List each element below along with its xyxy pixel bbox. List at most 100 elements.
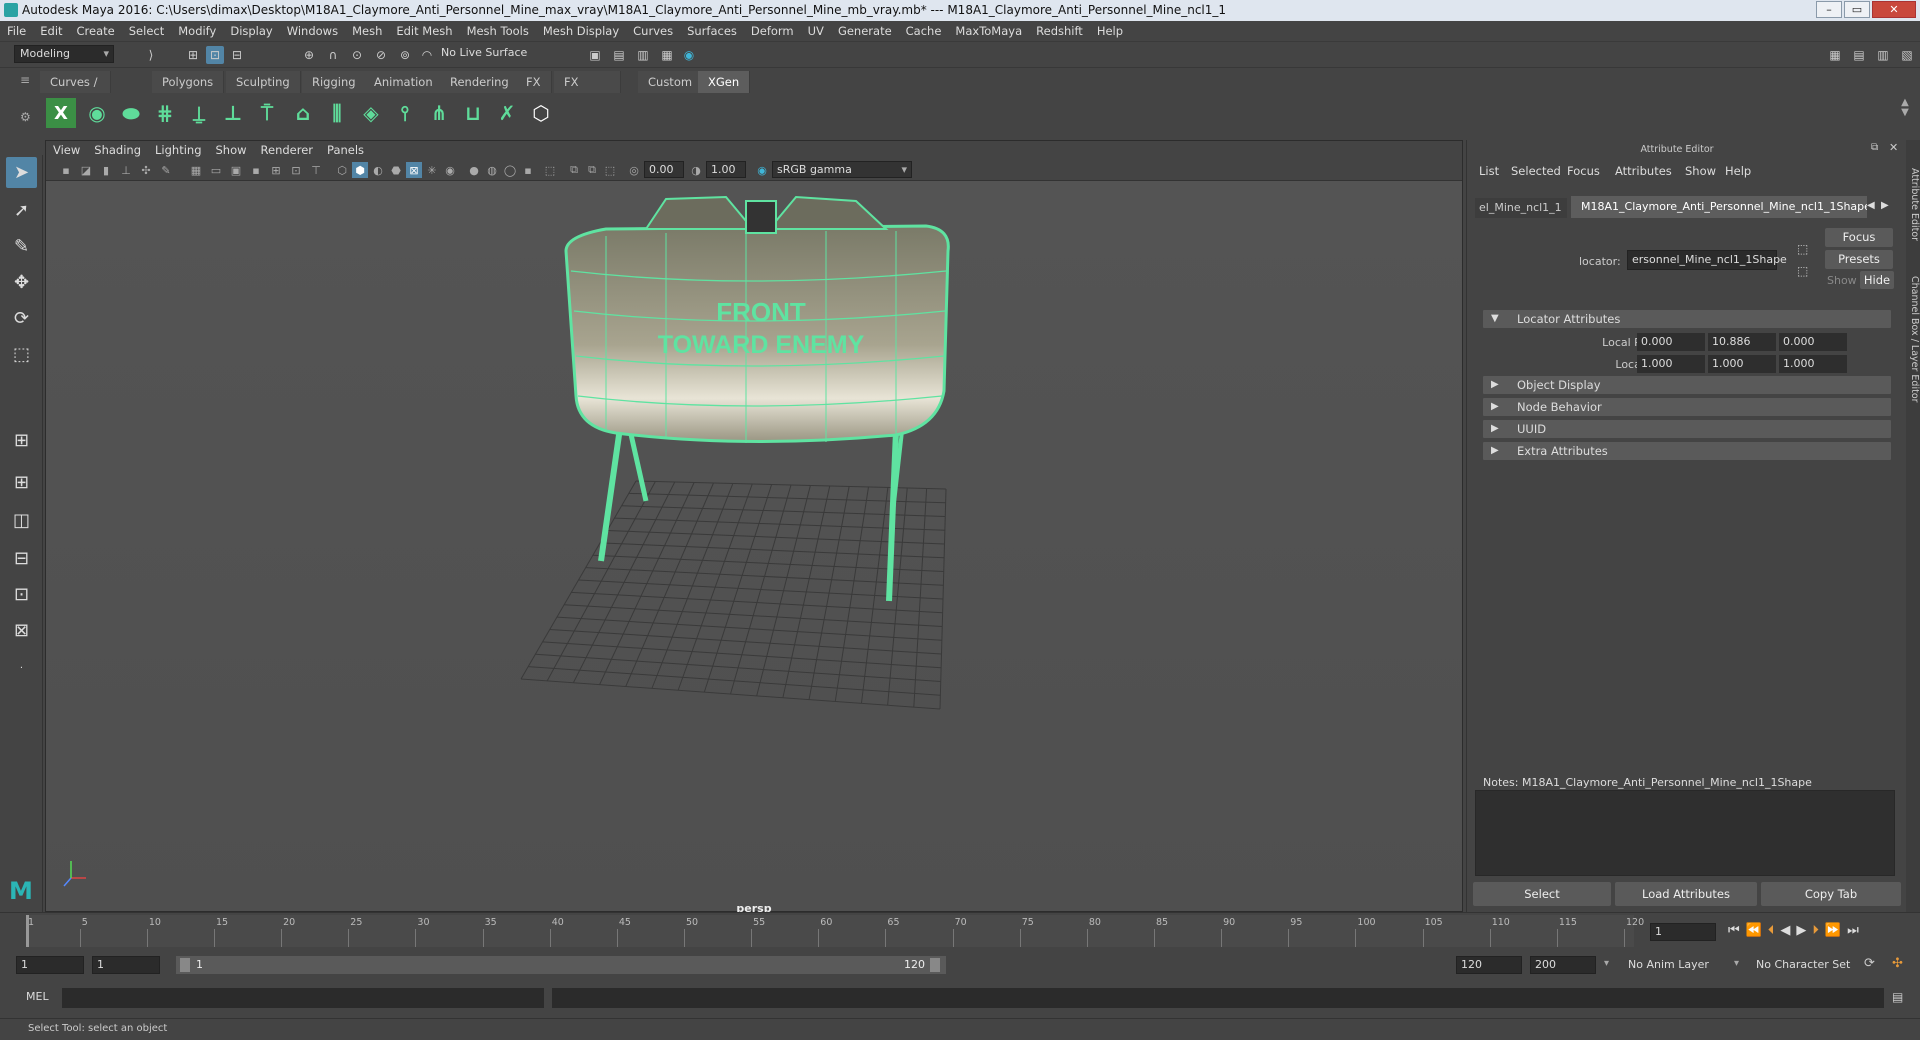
grease-pencil-icon[interactable]: ✎: [158, 162, 174, 178]
anim-prefs-icon[interactable]: ✣: [1892, 956, 1903, 971]
grid-grow-icon[interactable]: ⋕: [150, 98, 180, 128]
render-settings-icon[interactable]: ▦: [658, 46, 676, 64]
tab-xgen[interactable]: XGen: [698, 71, 751, 93]
tab-custom[interactable]: Custom: [638, 71, 704, 93]
add-guide-icon[interactable]: ⍑: [252, 98, 282, 128]
menu-display[interactable]: Display: [223, 21, 279, 41]
leaf-icon[interactable]: ⬬: [116, 98, 146, 128]
safe-title-icon[interactable]: ⊤: [308, 162, 324, 178]
attr-menu-focus[interactable]: Focus: [1567, 164, 1600, 178]
menu-surfaces[interactable]: Surfaces: [680, 21, 744, 41]
wireframe-on-shaded-icon[interactable]: ⬣: [388, 162, 404, 178]
section-uuid[interactable]: ▶ UUID: [1483, 420, 1891, 438]
close-window-button[interactable]: ✕: [1872, 1, 1916, 18]
tab-rigging[interactable]: Rigging: [302, 71, 367, 93]
local-scale-x[interactable]: 1.000: [1637, 355, 1705, 373]
workspace-icon[interactable]: ▦: [1826, 46, 1844, 64]
play-back-icon[interactable]: ◀: [1780, 923, 1796, 938]
film-gate-icon[interactable]: ▭: [208, 162, 224, 178]
step-forward-icon[interactable]: ⏩: [1825, 923, 1847, 938]
menu-mesh-tools[interactable]: Mesh Tools: [460, 21, 536, 41]
xray-joints-icon[interactable]: ⧉: [566, 162, 582, 178]
copy-tab-button[interactable]: Copy Tab: [1761, 882, 1901, 906]
move-tool-icon[interactable]: ✥: [6, 267, 37, 298]
menu-create[interactable]: Create: [70, 21, 122, 41]
show-button[interactable]: Show: [1827, 274, 1857, 287]
menu-cache[interactable]: Cache: [899, 21, 949, 41]
collapse-icon[interactable]: ⟩: [142, 46, 160, 64]
brush-icon[interactable]: ⫯: [390, 98, 420, 128]
menu-edit[interactable]: Edit: [33, 21, 69, 41]
menu-uv[interactable]: UV: [801, 21, 831, 41]
comb-icon[interactable]: ⍊: [184, 98, 214, 128]
anim-layer-dropdown[interactable]: No Anim Layer: [1624, 956, 1742, 974]
menu-mesh[interactable]: Mesh: [345, 21, 389, 41]
tab-animation[interactable]: Animation: [364, 71, 444, 93]
bookmark-icon[interactable]: ▮: [98, 162, 114, 178]
color-management-icon[interactable]: ◉: [754, 162, 770, 178]
hide-button[interactable]: Hide: [1860, 271, 1894, 289]
attr-menu-help[interactable]: Help: [1725, 164, 1751, 178]
smooth-shade-icon[interactable]: ⬢: [352, 162, 368, 178]
textured-icon[interactable]: ✳: [424, 162, 440, 178]
ipr-render-icon[interactable]: ▥: [634, 46, 652, 64]
channel-box-toggle-icon[interactable]: ▥: [1874, 46, 1892, 64]
use-lights-icon[interactable]: ◉: [442, 162, 458, 178]
layout-hypershade-icon[interactable]: ⊠: [6, 615, 37, 646]
focus-button[interactable]: Focus: [1825, 228, 1893, 247]
field-chart-icon[interactable]: ⊞: [268, 162, 284, 178]
tab-next-icon[interactable]: ▶: [1881, 200, 1889, 211]
antialias-icon[interactable]: ▪: [520, 162, 536, 178]
float-icon[interactable]: ⧉: [1871, 142, 1878, 153]
close-panel-icon[interactable]: ✕: [1889, 141, 1898, 154]
command-input[interactable]: [62, 988, 544, 1008]
current-frame-field[interactable]: 1: [1650, 923, 1716, 941]
image-plane-icon[interactable]: ⊥: [118, 162, 134, 178]
select-objects-icon[interactable]: ⊡: [206, 46, 224, 64]
local-position-y[interactable]: 10.886: [1708, 333, 1776, 351]
vp-menu-view[interactable]: View: [46, 141, 87, 159]
script-editor-icon[interactable]: ▤: [1892, 990, 1903, 1004]
tools-icon[interactable]: ✗: [492, 98, 522, 128]
layers-icon[interactable]: ◈: [356, 98, 386, 128]
playback-start-field[interactable]: 1: [92, 956, 160, 974]
tab-shape-node[interactable]: M18A1_Claymore_Anti_Personnel_Mine_ncl1_…: [1571, 196, 1867, 218]
menu-modify[interactable]: Modify: [171, 21, 223, 41]
local-position-z[interactable]: 0.000: [1779, 333, 1847, 351]
screen-ao-icon[interactable]: ◍: [484, 162, 500, 178]
menu-help[interactable]: Help: [1090, 21, 1130, 41]
hex-icon[interactable]: ⬡: [526, 98, 556, 128]
tab-fx[interactable]: FX: [516, 71, 552, 93]
colorspace-dropdown[interactable]: sRGB gamma ▾: [772, 161, 912, 178]
gate-mask-icon[interactable]: ▪: [248, 162, 264, 178]
persp-outliner-icon[interactable]: ⊡: [6, 579, 37, 610]
character-set-dropdown[interactable]: No Character Set: [1752, 956, 1870, 974]
motion-blur-icon[interactable]: ◯: [502, 162, 518, 178]
snap-curve-icon[interactable]: ∩: [324, 46, 342, 64]
cut-icon[interactable]: ⊔: [458, 98, 488, 128]
range-handle-right[interactable]: [930, 958, 940, 972]
exposure-icon[interactable]: ◎: [626, 162, 642, 178]
menu-windows[interactable]: Windows: [280, 21, 345, 41]
backface-icon[interactable]: ⬚: [602, 162, 618, 178]
snap-surface-icon[interactable]: ⊚: [396, 46, 414, 64]
range-slider[interactable]: 1 120: [176, 956, 946, 974]
2d-pan-icon[interactable]: ✣: [138, 162, 154, 178]
gamma-icon[interactable]: ◑: [688, 162, 704, 178]
vp-menu-show[interactable]: Show: [209, 141, 254, 159]
fork-icon[interactable]: ⋔: [424, 98, 454, 128]
playback-end-field[interactable]: 120: [1456, 956, 1522, 974]
rotate-tool-icon[interactable]: ⟳: [6, 303, 37, 334]
tab-fx-caching[interactable]: FX Caching: [554, 71, 622, 111]
hypershade-icon[interactable]: ◉: [680, 46, 698, 64]
vp-menu-renderer[interactable]: Renderer: [254, 141, 321, 159]
menu-deform[interactable]: Deform: [744, 21, 801, 41]
locator-name-field[interactable]: ersonnel_Mine_ncl1_1Shape: [1627, 250, 1787, 270]
3d-viewport[interactable]: FRONT TOWARD ENEMY persp: [46, 181, 1462, 915]
mode-dropdown[interactable]: Modeling ▾: [14, 45, 114, 63]
eye-icon[interactable]: ◉: [82, 98, 112, 128]
chevron-down-icon[interactable]: ▾: [1734, 958, 1739, 969]
attr-menu-show[interactable]: Show: [1685, 164, 1716, 178]
place-guide-icon[interactable]: ⊥: [218, 98, 248, 128]
camera-attr-icon[interactable]: ◪: [78, 162, 94, 178]
